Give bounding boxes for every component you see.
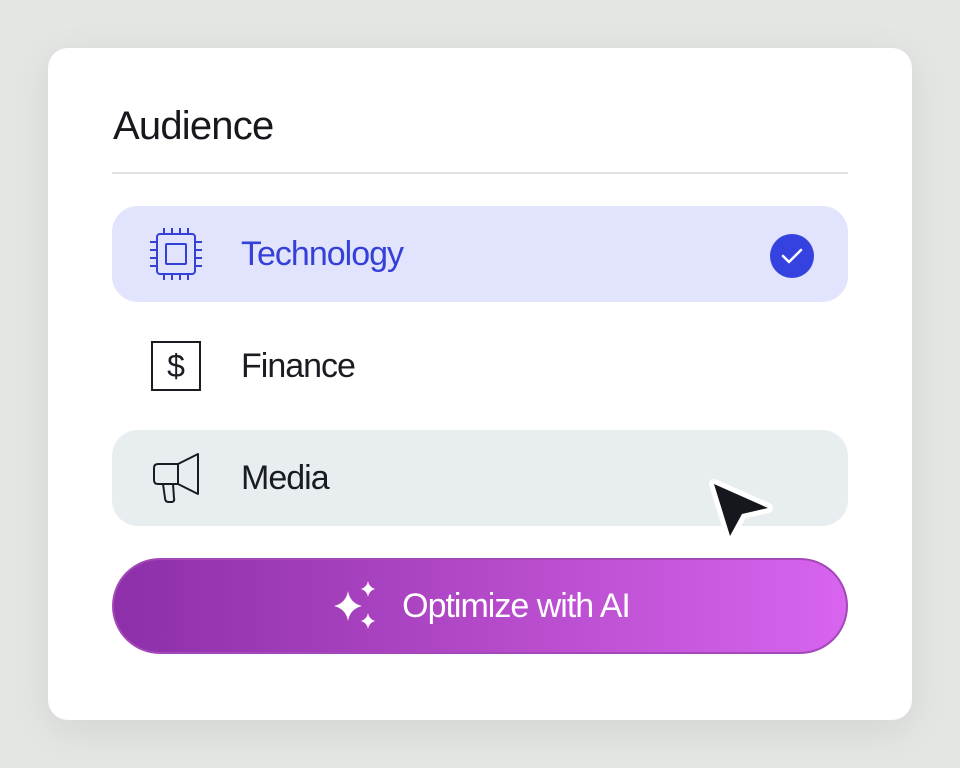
dollar-icon: $: [151, 341, 201, 391]
audience-card: Audience Technology $ Finance Media Opti…: [48, 48, 912, 720]
cpu-icon: [150, 228, 202, 280]
title-divider: [112, 172, 848, 174]
option-finance[interactable]: $ Finance: [112, 318, 848, 414]
panel-title: Audience: [113, 104, 274, 148]
megaphone-icon: [153, 453, 199, 503]
sparkles-icon: [334, 581, 376, 629]
option-label: Finance: [241, 347, 356, 385]
mouse-pointer-icon: [709, 479, 773, 541]
check-icon: [770, 234, 814, 278]
option-technology[interactable]: Technology: [112, 206, 848, 302]
svg-text:$: $: [167, 348, 185, 384]
option-label: Media: [241, 459, 330, 497]
optimize-button-label: Optimize with AI: [402, 587, 631, 625]
option-label: Technology: [241, 235, 404, 273]
optimize-with-ai-button[interactable]: Optimize with AI: [112, 558, 848, 654]
